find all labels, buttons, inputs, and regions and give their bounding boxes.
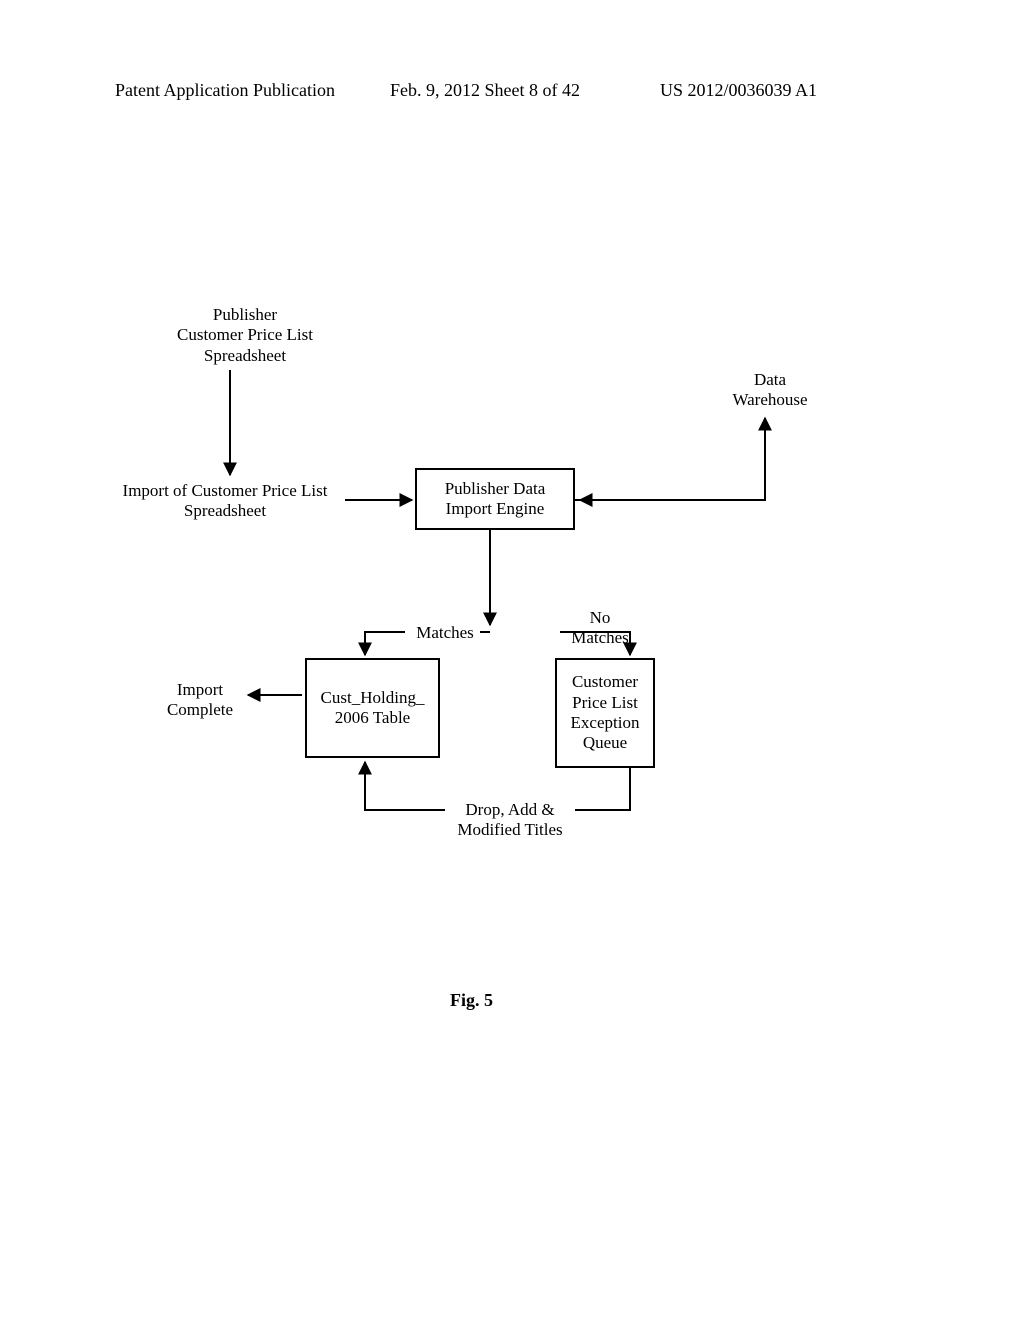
label-drop-add: Drop, Add & Modified Titles xyxy=(445,800,575,841)
label-no-matches: No Matches xyxy=(565,608,635,649)
header-right: US 2012/0036039 A1 xyxy=(660,80,817,101)
figure-caption: Fig. 5 xyxy=(450,990,493,1011)
label-data-warehouse: Data Warehouse xyxy=(715,370,825,411)
box-cust-holding: Cust_Holding_ 2006 Table xyxy=(305,658,440,758)
label-import-price-list: Import of Customer Price List Spreadshee… xyxy=(105,481,345,522)
header-mid: Feb. 9, 2012 Sheet 8 of 42 xyxy=(390,80,580,101)
label-publisher-price-list: Publisher Customer Price List Spreadshee… xyxy=(150,305,340,366)
diagram-arrows xyxy=(0,0,1024,1320)
patent-page: Patent Application Publication Feb. 9, 2… xyxy=(0,0,1024,1320)
header-left: Patent Application Publication xyxy=(115,80,335,101)
box-import-engine: Publisher Data Import Engine xyxy=(415,468,575,530)
box-exception-queue: Customer Price List Exception Queue xyxy=(555,658,655,768)
label-import-complete: Import Complete xyxy=(155,680,245,721)
label-matches: Matches xyxy=(405,623,485,643)
